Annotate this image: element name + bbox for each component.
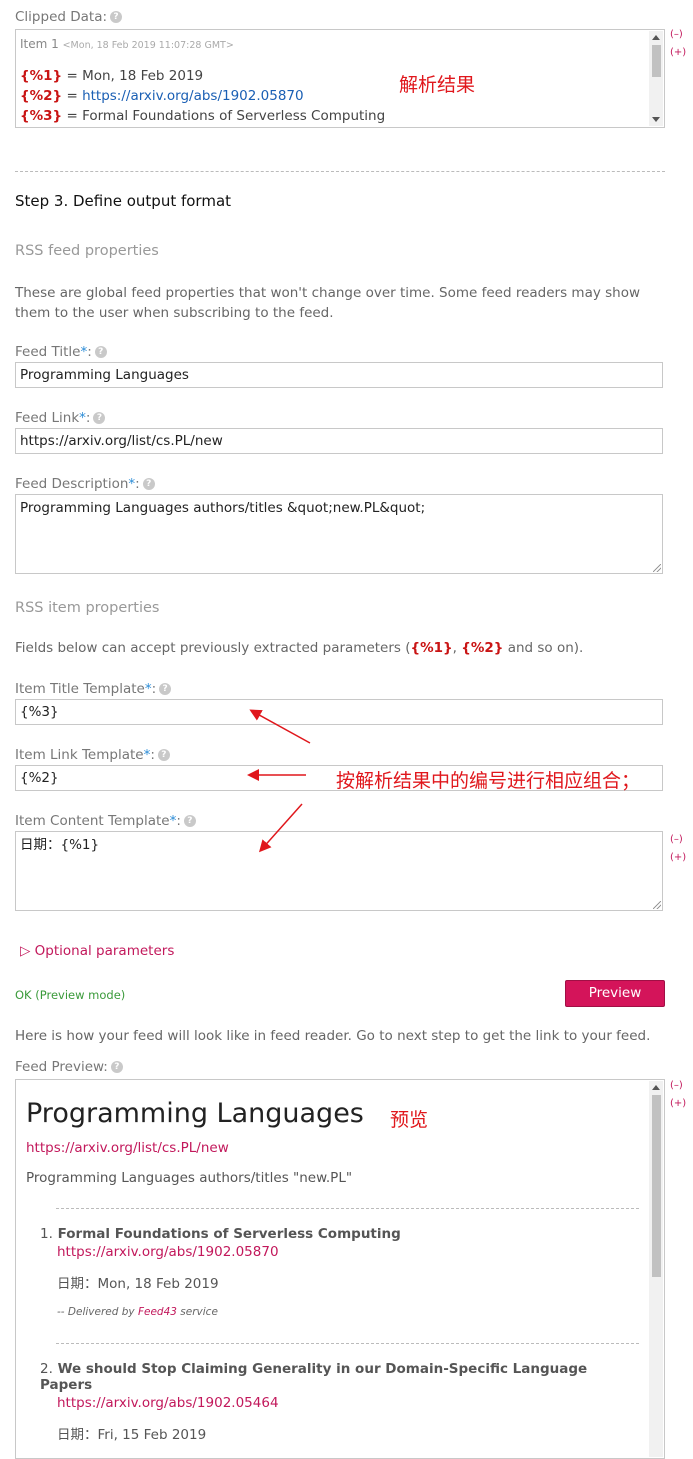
annotation-combine-note: 按解析结果中的编号进行相应组合； xyxy=(336,770,641,792)
preview-item-content: 日期：Mon, 18 Feb 2019 xyxy=(57,1276,219,1292)
delivered-by-note: -- Delivered by Feed43 service xyxy=(57,1306,218,1318)
preview-item-number: 2. xyxy=(40,1361,53,1377)
optional-parameters-toggle[interactable]: ▷ Optional parameters xyxy=(20,943,174,959)
shrink-button[interactable]: (–) xyxy=(670,1077,686,1095)
preview-item: 1. Formal Foundations of Serverless Comp… xyxy=(40,1226,640,1318)
preview-resize-controls: (–) (+) xyxy=(670,1077,686,1113)
status-ok-text: OK (Preview mode) xyxy=(15,988,126,1002)
preview-note: Here is how your feed will look like in … xyxy=(15,1028,651,1044)
preview-item-number: 1. xyxy=(40,1226,53,1242)
preview-item-content: 日期：Fri, 15 Feb 2019 xyxy=(57,1427,207,1443)
preview-divider xyxy=(56,1343,639,1344)
preview-item-link[interactable]: https://arxiv.org/abs/1902.05870 xyxy=(57,1244,640,1260)
preview-scrollbar[interactable] xyxy=(649,1081,663,1457)
preview-button[interactable]: Preview xyxy=(565,980,665,1007)
preview-divider xyxy=(56,1208,639,1209)
arrow-icon xyxy=(259,803,303,853)
preview-item-title[interactable]: We should Stop Claiming Generality in ou… xyxy=(40,1361,587,1393)
preview-feed-description: Programming Languages authors/titles "ne… xyxy=(26,1170,353,1186)
preview-feed-link[interactable]: https://arxiv.org/list/cs.PL/new xyxy=(26,1140,229,1156)
feed-preview-label: Feed Preview:? xyxy=(15,1059,123,1075)
feed-preview-box: Programming Languages 预览 https://arxiv.o… xyxy=(15,1079,665,1459)
preview-item-title[interactable]: Formal Foundations of Serverless Computi… xyxy=(58,1226,401,1242)
help-icon[interactable]: ? xyxy=(110,1061,123,1073)
arrow-icon xyxy=(249,709,311,744)
preview-feed-title: Programming Languages xyxy=(26,1098,364,1129)
scroll-thumb[interactable] xyxy=(652,1095,661,1277)
annotation-preview: 预览 xyxy=(390,1109,429,1131)
feed43-link[interactable]: Feed43 xyxy=(138,1306,177,1318)
scroll-up-icon[interactable] xyxy=(652,1085,660,1090)
preview-item-link[interactable]: https://arxiv.org/abs/1902.05464 xyxy=(57,1395,640,1411)
preview-item: 2. We should Stop Claiming Generality in… xyxy=(40,1361,640,1443)
expand-button[interactable]: (+) xyxy=(670,1095,686,1113)
